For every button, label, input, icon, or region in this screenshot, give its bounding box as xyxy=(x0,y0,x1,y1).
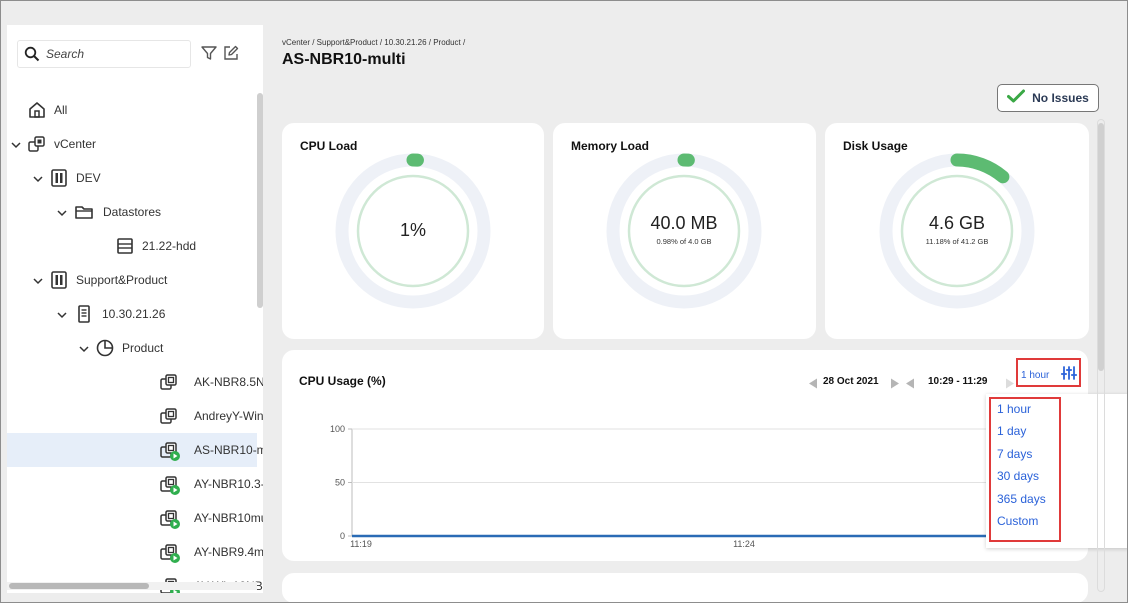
tree-item-host[interactable]: 10.30.21.26 xyxy=(7,297,257,331)
chevron-down-icon[interactable] xyxy=(56,308,68,320)
x-tick-label: 11:19 xyxy=(350,539,372,549)
dropdown-option-30-days[interactable]: 30 days xyxy=(997,469,1039,483)
filter-icon[interactable] xyxy=(200,44,218,62)
tree-item-vm[interactable]: AY-NBR9.4m xyxy=(7,535,263,569)
sidebar-vertical-scrollbar[interactable] xyxy=(257,93,263,308)
dropdown-option-1-hour[interactable]: 1 hour xyxy=(997,402,1031,416)
tree-item-label: All xyxy=(54,103,68,117)
memory-load-value: 40.0 MB xyxy=(650,213,718,233)
vm-running-icon xyxy=(159,440,180,461)
tree-item-label: 10.30.21.26 xyxy=(102,307,166,321)
vm-running-icon xyxy=(159,508,180,529)
tree-item-vcenter[interactable]: vCenter xyxy=(7,127,257,161)
tree-item-label: AY-NBR10.3- xyxy=(194,477,263,491)
edit-icon[interactable] xyxy=(222,44,240,62)
y-tick-label: 0 xyxy=(340,531,345,541)
y-tick-label: 100 xyxy=(330,424,345,434)
status-label: No Issues xyxy=(1032,91,1089,105)
folder-icon xyxy=(74,202,94,222)
y-tick-label: 50 xyxy=(335,478,345,488)
app-frame: All vCenter DEV xyxy=(0,0,1128,603)
tree-item-vm[interactable]: AY-NBR10mu xyxy=(7,501,263,535)
tree-item-product[interactable]: Product xyxy=(7,331,257,365)
dropdown-option-1-day[interactable]: 1 day xyxy=(997,424,1026,438)
tree-item-label: Product xyxy=(122,341,164,355)
dropdown-option-365-days[interactable]: 365 days xyxy=(997,492,1046,506)
tree-item-vm[interactable]: AndreyY-Win xyxy=(7,399,263,433)
tree-item-label: AY-NBR9.4m xyxy=(194,545,263,559)
main-vertical-scrollbar[interactable] xyxy=(1098,123,1104,371)
tree-item-datastores[interactable]: Datastores xyxy=(7,195,257,229)
vm-running-icon xyxy=(159,474,180,495)
tree-item-label: AS-NBR10-m xyxy=(194,443,263,457)
breadcrumb[interactable]: vCenter / Support&Product / 10.30.21.26 … xyxy=(282,38,465,47)
chevron-down-icon[interactable] xyxy=(78,342,90,354)
chevron-down-icon[interactable] xyxy=(32,274,44,286)
tree-item-label: Support&Product xyxy=(76,273,168,287)
sidebar-horizontal-scrollbar[interactable] xyxy=(9,583,149,589)
time-range-button[interactable]: 1 hour xyxy=(1016,358,1081,387)
tree-item-vm-selected[interactable]: AS-NBR10-m xyxy=(7,433,263,467)
dropdown-option-7-days[interactable]: 7 days xyxy=(997,447,1032,461)
filter-sliders-icon xyxy=(1060,366,1078,385)
tree-item-all[interactable]: All xyxy=(7,93,257,127)
chevron-down-icon[interactable] xyxy=(56,206,68,218)
vm-running-icon xyxy=(159,542,180,563)
tree-item-label: Datastores xyxy=(103,205,162,219)
host-icon xyxy=(74,304,94,324)
dropdown-highlight: 1 hour 1 day 7 days 30 days 365 days Cus… xyxy=(989,397,1061,542)
disk-usage-card: Disk Usage 4.6 GB 11.18% of 41.2 GB xyxy=(825,123,1089,339)
vcenter-icon xyxy=(27,134,47,154)
tree-item-label: AndreyY-Win xyxy=(194,409,263,423)
memory-load-card: Memory Load 40.0 MB 0.98% of 4.0 GB xyxy=(553,123,816,339)
tree-item-dev[interactable]: DEV xyxy=(7,161,257,195)
search-icon xyxy=(24,46,40,67)
status-badge[interactable]: No Issues xyxy=(997,84,1099,112)
time-range-dropdown: 1 hour 1 day 7 days 30 days 365 days Cus… xyxy=(986,394,1127,548)
search-input[interactable] xyxy=(46,45,186,63)
tree-item-vm[interactable]: AK-NBR8.5N xyxy=(7,365,263,399)
time-range-button-label: 1 hour xyxy=(1021,370,1050,381)
tree-item-label: vCenter xyxy=(54,137,97,151)
home-icon xyxy=(27,100,47,120)
page-title: AS-NBR10-multi xyxy=(282,51,406,68)
x-tick-label: 11:24 xyxy=(733,539,755,549)
sidebar: All vCenter DEV xyxy=(7,25,263,593)
datastore-icon xyxy=(115,236,135,256)
datacenter-icon xyxy=(49,270,69,290)
tree-item-label: AY-NBR10mu xyxy=(194,511,263,525)
tree-item-support-product[interactable]: Support&Product xyxy=(7,263,257,297)
tree-item-label: 21.22-hdd xyxy=(142,239,197,253)
cpu-load-value: 1% xyxy=(399,220,426,240)
tree-item-label: DEV xyxy=(76,171,101,185)
vm-icon xyxy=(159,406,179,426)
datacenter-icon xyxy=(49,168,69,188)
tree-item-vm[interactable]: AY-NBR10.3- xyxy=(7,467,263,501)
cpu-load-card: CPU Load 1% xyxy=(282,123,544,339)
resource-pool-icon xyxy=(95,338,115,358)
disk-usage-detail: 11.18% of 41.2 GB xyxy=(925,237,989,246)
disk-usage-value: 4.6 GB xyxy=(928,213,986,233)
cpu-usage-chart: 100 50 0 11:19 11:24 xyxy=(330,424,1088,549)
dropdown-option-custom[interactable]: Custom xyxy=(997,514,1038,528)
memory-load-detail: 0.98% of 4.0 GB xyxy=(656,237,712,246)
chevron-down-icon[interactable] xyxy=(10,138,22,150)
next-card xyxy=(282,573,1088,602)
checkmark-icon xyxy=(1007,89,1026,108)
tree-item-21-22-hdd[interactable]: 21.22-hdd xyxy=(7,229,257,263)
vm-icon xyxy=(159,372,179,392)
chevron-down-icon[interactable] xyxy=(32,172,44,184)
search-box[interactable] xyxy=(17,40,191,68)
tree-item-label: AK-NBR8.5N xyxy=(194,375,263,389)
